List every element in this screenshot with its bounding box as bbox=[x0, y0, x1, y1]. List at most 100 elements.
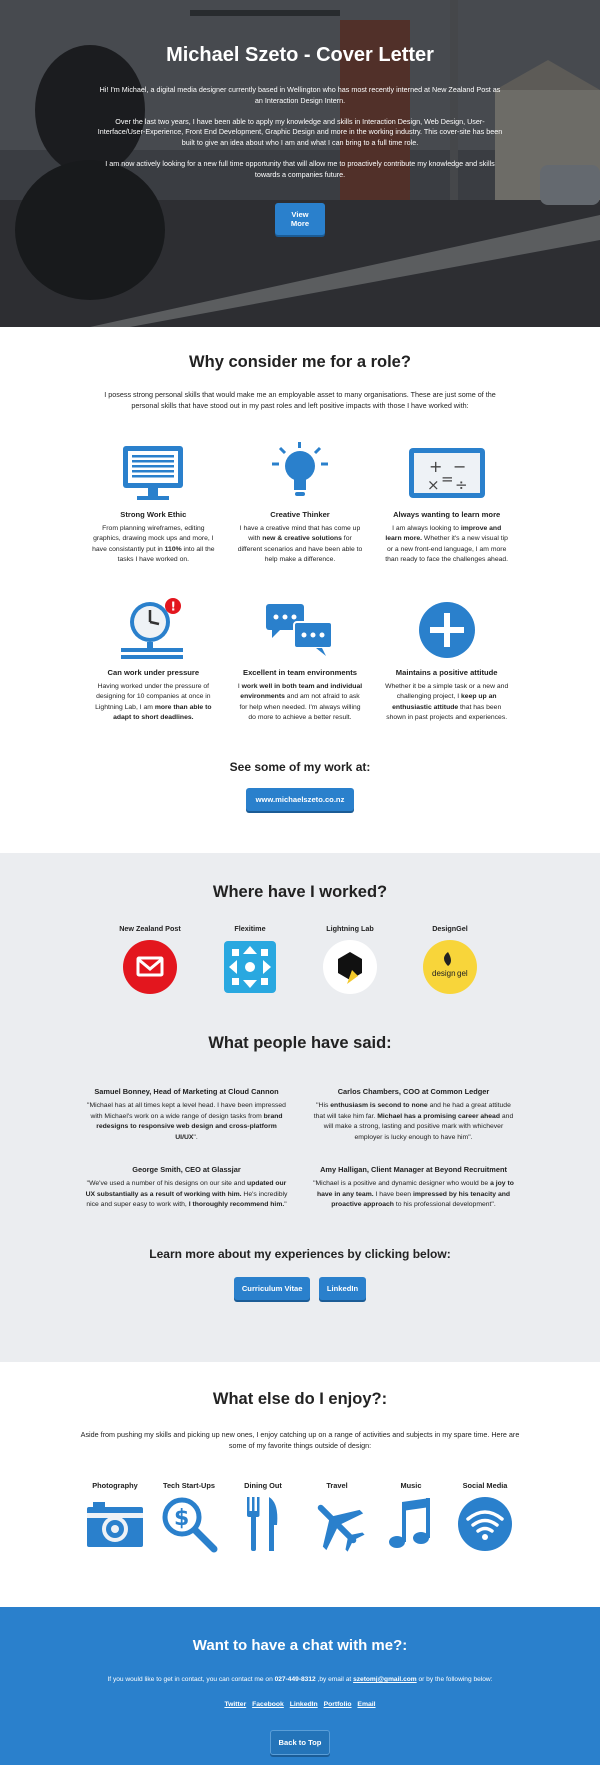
music-note-icon bbox=[389, 1498, 430, 1549]
svg-text:−: − bbox=[453, 457, 466, 476]
workplace-name: Flexitime bbox=[234, 924, 266, 933]
hero-content: Michael Szeto - Cover Letter Hi! I'm Mic… bbox=[0, 0, 600, 235]
svg-text:÷: ÷ bbox=[455, 476, 468, 494]
social-links: Twitter Facebook LinkedIn Portfolio Emai… bbox=[0, 1701, 600, 1708]
camera-icon bbox=[87, 1502, 143, 1548]
skill-card: Maintains a positive attitude Whether it… bbox=[383, 588, 510, 746]
testimonial-author: Amy Halligan, Client Manager at Beyond R… bbox=[320, 1165, 507, 1175]
skill-description: Having worked under the pressure of desi… bbox=[95, 682, 212, 722]
hero-section: Michael Szeto - Cover Letter Hi! I'm Mic… bbox=[0, 0, 600, 327]
testimonial: Samuel Bonney, Head of Marketing at Clou… bbox=[85, 1087, 288, 1143]
hobbies-row: Photography Tech Start-Ups $ Dining Out … bbox=[80, 1481, 520, 1555]
workplace-item: Lightning Lab bbox=[308, 924, 393, 994]
hobby-item: Dining Out bbox=[228, 1481, 298, 1555]
enjoy-intro: Aside from pushing my skills and picking… bbox=[80, 1430, 520, 1451]
testimonial-quote: "His enthusiasm is second to none and he… bbox=[313, 1102, 514, 1141]
worked-section: Where have I worked? New Zealand Post Fl… bbox=[0, 853, 600, 1362]
hobby-name: Social Media bbox=[462, 1481, 508, 1491]
hobby-item: Social Media bbox=[450, 1481, 520, 1555]
experience-buttons: Curriculum Vitae LinkedIn bbox=[0, 1276, 600, 1300]
hobby-item: Tech Start-Ups $ bbox=[154, 1481, 224, 1555]
skill-title: Excellent in team environments bbox=[243, 667, 357, 677]
skill-card: Creative Thinker I have a creative mind … bbox=[237, 430, 364, 588]
workplace-item: Flexitime bbox=[208, 924, 293, 994]
skill-description: I work well in both team and individual … bbox=[237, 682, 363, 722]
testimonial: Carlos Chambers, COO at Common Ledger "H… bbox=[312, 1087, 515, 1143]
why-intro: I posess strong personal skills that wou… bbox=[104, 390, 496, 410]
hobby-name: Photography bbox=[92, 1481, 138, 1491]
hobby-item: Music bbox=[376, 1481, 446, 1555]
linkedin-button[interactable]: LinkedIn bbox=[318, 1276, 367, 1300]
testimonial: Amy Halligan, Client Manager at Beyond R… bbox=[312, 1165, 515, 1211]
work-title: See some of my work at: bbox=[229, 759, 371, 774]
cv-button[interactable]: Curriculum Vitae bbox=[233, 1276, 311, 1300]
facebook-link[interactable]: Facebook bbox=[252, 1701, 284, 1708]
page-title: Michael Szeto - Cover Letter bbox=[166, 44, 434, 66]
why-section: Why consider me for a role? I posess str… bbox=[0, 327, 600, 853]
portfolio-link-button[interactable]: www.michaelszeto.co.nz bbox=[245, 787, 355, 811]
svg-text:=: = bbox=[441, 470, 454, 488]
testimonial-author: Carlos Chambers, COO at Common Ledger bbox=[337, 1087, 490, 1096]
enjoy-section: What else do I enjoy?: Aside from pushin… bbox=[0, 1362, 600, 1607]
skill-card: ! Can work under pressure Having worked … bbox=[90, 588, 217, 746]
skill-card: Strong Work Ethic From planning wirefram… bbox=[90, 430, 217, 588]
skill-description: Whether it be a simple task or a new and… bbox=[385, 682, 509, 722]
skill-description: I have a creative mind that has come up … bbox=[237, 524, 363, 564]
skill-card: Excellent in team environments I work we… bbox=[237, 588, 364, 746]
hobby-name: Music bbox=[400, 1481, 422, 1491]
enjoy-title: What else do I enjoy?: bbox=[212, 1390, 388, 1408]
fork-knife-icon bbox=[247, 1497, 278, 1552]
skills-grid: Strong Work Ethic From planning wirefram… bbox=[90, 430, 510, 746]
back-to-top-button[interactable]: Back to Top bbox=[269, 1730, 331, 1755]
workplace-name: New Zealand Post bbox=[119, 924, 181, 933]
workplace-name: DesignGel bbox=[432, 924, 468, 933]
testimonial-author: Samuel Bonney, Head of Marketing at Clou… bbox=[94, 1087, 279, 1096]
skill-title: Maintains a positive attitude bbox=[395, 667, 498, 677]
email-link[interactable]: szetomj@gmail.com bbox=[353, 1676, 417, 1683]
hero-paragraph-intro: Hi! I'm Michael, a digital media designe… bbox=[99, 85, 501, 105]
skill-description: From planning wireframes, editing graphi… bbox=[92, 524, 215, 564]
svg-text:design: design bbox=[432, 969, 456, 978]
learn-more-title: Learn more about my experiences by click… bbox=[149, 1246, 451, 1261]
dollar-magnifier-icon: $ bbox=[162, 1497, 218, 1553]
why-title: Why consider me for a role? bbox=[189, 353, 411, 371]
workplace-item: New Zealand Post bbox=[108, 924, 193, 994]
contact-text: If you would like to get in contact, you… bbox=[107, 1676, 493, 1683]
testimonial-quote: "Michael is a positive and dynamic desig… bbox=[313, 1180, 514, 1209]
skill-card: + − × = ÷ Always wanting to learn more I… bbox=[383, 430, 510, 588]
contact-footer: Want to have a chat with me?: If you wou… bbox=[0, 1607, 600, 1765]
lightning-lab-logo-icon bbox=[323, 940, 377, 994]
hobby-item: Photography bbox=[80, 1481, 150, 1555]
skill-description: I am always looking to improve and learn… bbox=[385, 524, 509, 564]
workplace-item: DesignGel design gel bbox=[408, 924, 493, 994]
worked-title: Where have I worked? bbox=[212, 883, 388, 901]
designgel-logo-icon: design gel bbox=[423, 940, 477, 994]
svg-text:gel: gel bbox=[457, 969, 468, 978]
lightbulb-icon bbox=[271, 441, 328, 496]
clock-alert-icon: ! bbox=[121, 597, 184, 659]
skill-title: Creative Thinker bbox=[270, 509, 330, 519]
flexitime-logo-icon bbox=[224, 941, 276, 993]
chalkboard-math-icon: + − × = ÷ bbox=[408, 447, 485, 498]
testimonial-author: George Smith, CEO at Glassjar bbox=[132, 1165, 241, 1175]
workplaces-row: New Zealand Post Flexitime Lightning Lab… bbox=[108, 924, 493, 994]
phone-number: 027-449-8312 bbox=[274, 1676, 316, 1683]
chat-bubbles-icon bbox=[265, 603, 333, 656]
workplace-name: Lightning Lab bbox=[326, 924, 374, 933]
hobby-name: Dining Out bbox=[244, 1481, 282, 1491]
testimonial-quote: "We've used a number of his designs on o… bbox=[85, 1180, 288, 1209]
testimonials-grid: Samuel Bonney, Head of Marketing at Clou… bbox=[85, 1087, 515, 1211]
airplane-icon bbox=[317, 1505, 365, 1552]
svg-text:$: $ bbox=[174, 1506, 189, 1531]
email-social-link[interactable]: Email bbox=[357, 1701, 375, 1708]
view-more-button[interactable]: View More bbox=[275, 202, 325, 235]
testimonial: George Smith, CEO at Glassjar "We've use… bbox=[85, 1165, 288, 1211]
linkedin-link[interactable]: LinkedIn bbox=[290, 1701, 318, 1708]
twitter-link[interactable]: Twitter bbox=[224, 1701, 246, 1708]
hobby-name: Travel bbox=[326, 1481, 348, 1491]
portfolio-link[interactable]: Portfolio bbox=[324, 1701, 352, 1708]
hobby-name: Tech Start-Ups bbox=[162, 1481, 215, 1491]
svg-text:!: ! bbox=[171, 599, 176, 613]
hero-paragraph-goal: I am now actively looking for a new full… bbox=[105, 158, 495, 179]
contact-title: Want to have a chat with me?: bbox=[192, 1637, 408, 1654]
